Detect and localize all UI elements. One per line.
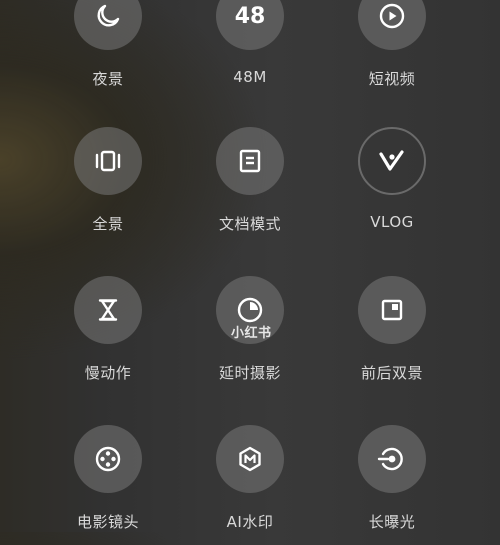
mode-label: 延时摄影 [218,364,281,382]
mode-label: AI水印 [226,513,274,531]
dual-view-icon [379,297,405,323]
night-mode-button[interactable] [74,0,142,50]
long-exposure-mode-button[interactable] [358,425,426,493]
panorama-mode-button[interactable] [74,127,142,195]
mode-dual-view[interactable]: 前后双景 [322,276,462,396]
mode-label: 48M [233,68,267,86]
document-mode-button[interactable] [216,127,284,195]
mode-document[interactable]: 文档模式 [180,127,320,247]
mode-label: 电影镜头 [76,513,139,531]
vlog-mode-button[interactable] [358,127,426,195]
hourglass-icon [95,297,121,323]
mode-label: 慢动作 [84,364,132,382]
long-exposure-icon [377,445,407,473]
mode-movie[interactable]: 电影镜头 [38,425,178,545]
panorama-icon [94,148,122,174]
48m-mode-button[interactable]: 48 [216,0,284,50]
mode-long-exposure[interactable]: 长曝光 [322,425,462,545]
mode-label: 前后双景 [360,364,423,382]
document-icon [237,148,263,174]
ai-watermark-icon [236,445,264,473]
dual-view-mode-button[interactable] [358,276,426,344]
mode-label: 长曝光 [368,513,416,531]
camera-mode-grid: 夜景 48 48M 短视频 全景 文档模式 VLOG 慢动作 延时摄影 前后双景… [0,0,500,532]
moon-icon [95,3,121,29]
play-circle-icon [378,2,406,30]
mode-label: 文档模式 [218,215,281,233]
timer-icon [236,296,264,324]
mode-panorama[interactable]: 全景 [38,127,178,247]
ai-watermark-mode-button[interactable] [216,425,284,493]
mode-slow-motion[interactable]: 慢动作 [38,276,178,396]
mode-48m[interactable]: 48 48M [180,0,320,102]
mode-ai-watermark[interactable]: AI水印 [180,425,320,545]
movie-mode-button[interactable] [74,425,142,493]
mode-label: VLOG [370,213,414,231]
mode-night[interactable]: 夜景 [38,0,178,102]
mode-label: 全景 [92,215,124,233]
vlog-v-icon [377,148,407,174]
mode-vlog[interactable]: VLOG [322,127,462,247]
mode-label: 短视频 [368,70,416,88]
slow-motion-mode-button[interactable] [74,276,142,344]
xiaohongshu-watermark: 小红书 [231,326,272,341]
mode-label: 夜景 [92,70,124,88]
film-reel-icon [94,445,122,473]
mode-short-video[interactable]: 短视频 [322,0,462,102]
48-badge-icon: 48 [234,3,266,29]
short-video-mode-button[interactable] [358,0,426,50]
